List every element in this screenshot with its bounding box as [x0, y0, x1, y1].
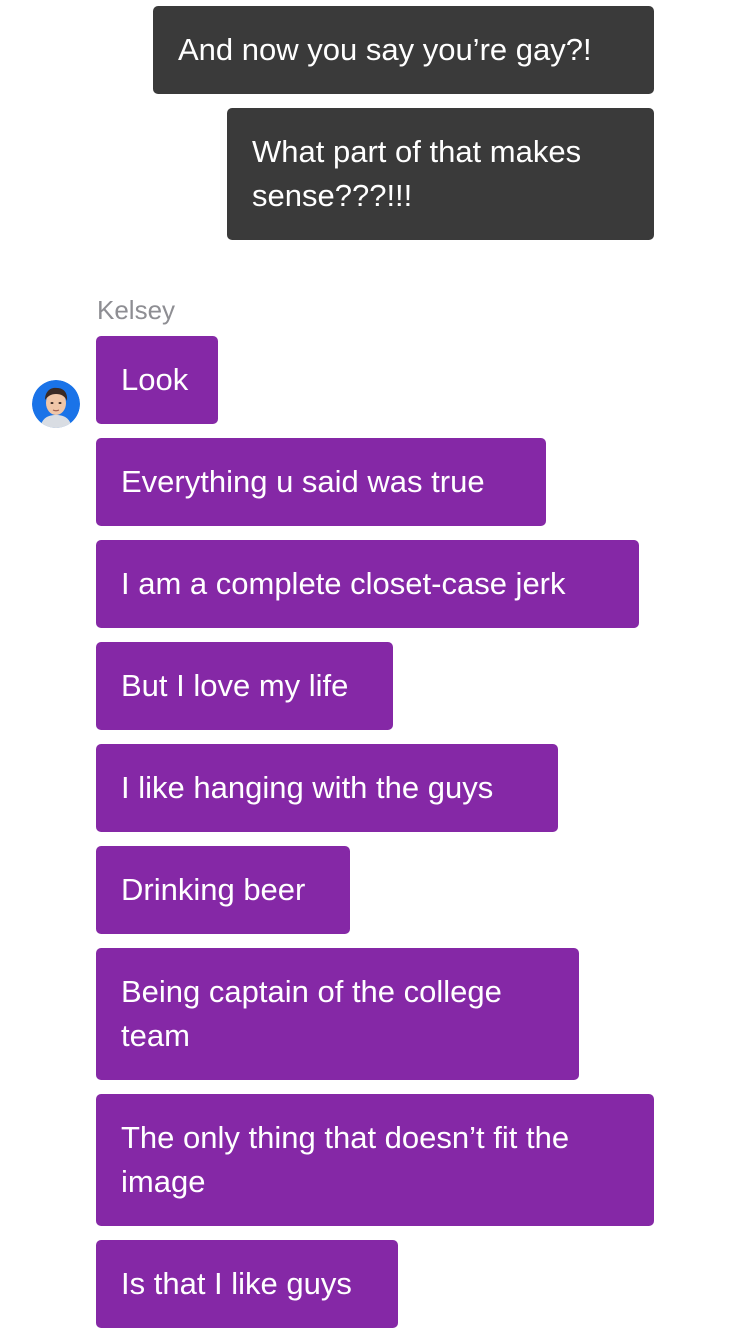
- message-text: Is that I like guys: [121, 1266, 352, 1301]
- message-text: Everything u said was true: [121, 464, 485, 499]
- message-text: And now you say you’re gay?!: [178, 32, 592, 67]
- message-text: The only thing that doesn’t fit the imag…: [121, 1120, 570, 1199]
- person-avatar-icon[interactable]: [32, 380, 80, 428]
- incoming-message[interactable]: The only thing that doesn’t fit the imag…: [96, 1094, 654, 1226]
- incoming-message[interactable]: But I love my life: [96, 642, 393, 730]
- message-text: But I love my life: [121, 668, 349, 703]
- message-text: I like hanging with the guys: [121, 770, 494, 805]
- outgoing-message[interactable]: And now you say you’re gay?!: [153, 6, 654, 94]
- sender-name: Kelsey: [97, 295, 176, 325]
- incoming-message[interactable]: Drinking beer: [96, 846, 350, 934]
- incoming-message[interactable]: Look: [96, 336, 218, 424]
- message-text: Drinking beer: [121, 872, 306, 907]
- outgoing-message[interactable]: What part of that makes sense???!!!: [227, 108, 654, 240]
- incoming-message[interactable]: I am a complete closet-case jerk: [96, 540, 639, 628]
- incoming-message[interactable]: Everything u said was true: [96, 438, 546, 526]
- message-text: Look: [121, 362, 189, 397]
- incoming-message[interactable]: Being captain of the college team: [96, 948, 579, 1080]
- message-text: What part of that makes sense???!!!: [252, 134, 582, 213]
- incoming-message[interactable]: I like hanging with the guys: [96, 744, 558, 832]
- message-text: I am a complete closet-case jerk: [121, 566, 566, 601]
- message-text: Being captain of the college team: [121, 974, 502, 1053]
- incoming-message[interactable]: Is that I like guys: [96, 1240, 398, 1328]
